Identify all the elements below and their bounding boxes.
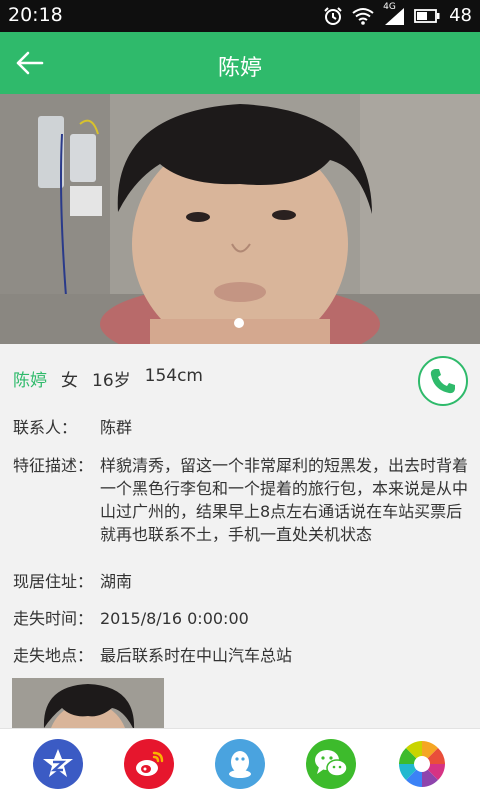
- photo-thumbnail[interactable]: [12, 678, 164, 728]
- call-button[interactable]: [418, 356, 468, 406]
- wechat-icon: [315, 750, 348, 777]
- contact-value: 陈群: [100, 418, 133, 437]
- person-gender: 女: [61, 371, 78, 391]
- battery-icon: [414, 8, 440, 23]
- lost-place-label: 走失地点：: [13, 646, 94, 665]
- alarm-icon: [324, 6, 342, 25]
- status-bar: 20:18 4G 48: [0, 0, 480, 32]
- lost-place-row: 走失地点： 最后联系时在中山汽车总站: [13, 644, 292, 667]
- share-qzone-button[interactable]: [33, 739, 83, 789]
- share-bar: [0, 728, 480, 800]
- page-title: 陈婷: [217, 56, 262, 81]
- features-label: 特征描述：: [13, 456, 94, 475]
- share-weibo-button[interactable]: [124, 739, 174, 789]
- app-bar: 陈婷: [0, 32, 480, 94]
- info-panel: 陈婷 女 16岁 154cm 联系人： 陈群 特征描述： 样貌清秀，留这一个非常…: [0, 344, 480, 728]
- photo-carousel[interactable]: [0, 94, 480, 344]
- status-time: 20:18: [8, 4, 63, 26]
- features-value: 样貌清秀，留这一个非常犀利的短黑发，出去时背着一个黑色行李包和一个提着的旅行包，…: [100, 456, 469, 544]
- address-label: 现居住址：: [13, 572, 94, 591]
- person-height: 154cm: [144, 366, 203, 386]
- contact-row: 联系人： 陈群: [13, 416, 132, 439]
- weibo-icon: [136, 751, 164, 776]
- status-icons: 4G 48: [323, 2, 472, 26]
- qq-icon: [229, 751, 251, 778]
- lost-time-value: 2015/8/16 0:00:00: [100, 609, 249, 628]
- address-row: 现居住址： 湖南: [13, 570, 132, 593]
- contact-label: 联系人：: [13, 418, 78, 437]
- lost-time-label: 走失时间：: [13, 609, 94, 628]
- person-summary: 陈婷 女 16岁 154cm: [13, 366, 203, 391]
- address-value: 湖南: [100, 572, 133, 591]
- battery-percent: 48: [449, 5, 472, 26]
- share-qq-button[interactable]: [215, 739, 265, 789]
- qzone-icon: [43, 749, 73, 777]
- carousel-indicator: [234, 318, 244, 328]
- wifi-icon: [352, 7, 374, 25]
- phone-icon: [430, 369, 455, 394]
- features-row: 特征描述： 样貌清秀，留这一个非常犀利的短黑发，出去时背着一个黑色行李包和一个提…: [13, 454, 470, 546]
- signal-icon: 4G: [383, 2, 405, 26]
- lost-time-row: 走失时间： 2015/8/16 0:00:00: [13, 607, 249, 630]
- person-name: 陈婷: [13, 371, 47, 391]
- lost-place-value: 最后联系时在中山汽车总站: [100, 646, 293, 665]
- share-wechat-button[interactable]: [306, 739, 356, 789]
- share-moments-button[interactable]: [397, 739, 447, 789]
- person-photo: [0, 94, 480, 344]
- moments-icon: [399, 741, 445, 787]
- person-thumbnail-image: [12, 678, 164, 728]
- person-age: 16岁: [92, 371, 131, 391]
